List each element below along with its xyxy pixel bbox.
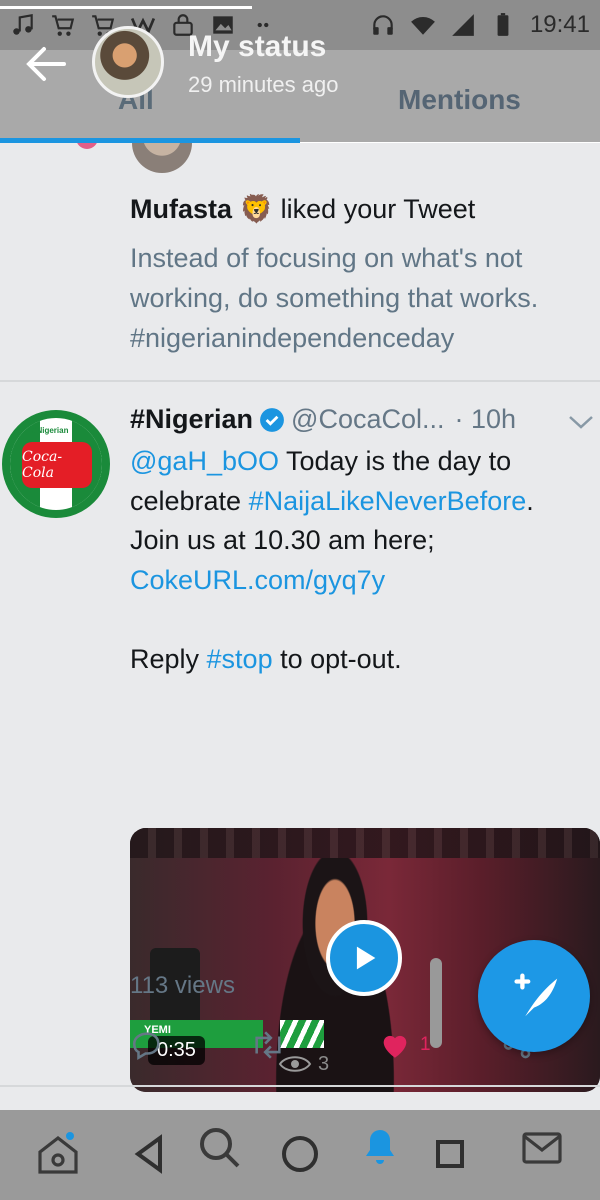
hashtag-link[interactable]: #NaijaLikeNeverBefore	[249, 486, 527, 516]
heart-icon	[76, 143, 98, 149]
status-avatar[interactable]	[92, 26, 164, 98]
status-title: My status	[188, 30, 327, 63]
chevron-down-icon[interactable]	[566, 412, 596, 432]
coca-cola-logo: Coca-Cola	[22, 442, 92, 488]
avatar[interactable]: #Nigerian Coca-Cola	[2, 410, 110, 518]
like-button[interactable]: 1	[378, 1028, 431, 1062]
back-icon[interactable]	[126, 1130, 174, 1178]
lion-emoji: 🦁	[239, 194, 274, 224]
search-icon[interactable]	[196, 1124, 244, 1172]
avatar[interactable]	[132, 143, 192, 173]
heart-icon	[383, 1035, 407, 1058]
notification-line: Mufasta 🦁 liked your Tweet	[130, 193, 475, 225]
cart-icon	[52, 15, 75, 36]
messages-icon[interactable]	[518, 1124, 566, 1172]
tweet-text: Reply	[130, 643, 207, 674]
play-button[interactable]	[326, 920, 402, 996]
eye-icon	[278, 1056, 312, 1072]
status-progress-bar	[0, 6, 252, 9]
reply-button[interactable]	[130, 1028, 164, 1062]
recents-icon[interactable]	[426, 1130, 474, 1178]
home-button-icon[interactable]	[276, 1130, 324, 1178]
home-icon[interactable]	[34, 1130, 82, 1178]
mention-link[interactable]: @gaH_bOO	[130, 446, 279, 476]
play-icon	[356, 946, 376, 970]
tweet-text: to opt-out.	[272, 643, 402, 674]
like-notification[interactable]: Mufasta 🦁 liked your Tweet Instead of fo…	[0, 143, 600, 380]
notification-user[interactable]: Mufasta	[130, 194, 232, 224]
tweet-body: @gaH_bOO Today is the day to celebrate #…	[130, 442, 590, 679]
viewer-count: 3	[318, 1052, 330, 1075]
liked-tweet-text[interactable]: Instead of focusing on what's not workin…	[130, 238, 590, 358]
music-icon	[13, 13, 33, 35]
verified-badge-icon	[260, 407, 284, 432]
status-viewers[interactable]: 3	[278, 1052, 329, 1076]
tweet-display-name[interactable]: #Nigerian	[130, 404, 253, 435]
compose-quill-icon	[514, 973, 558, 1017]
avatar-tag: #Nigerian	[32, 426, 69, 435]
wifi-icon	[411, 17, 435, 35]
tweet-handle[interactable]: @CocaCol...	[291, 404, 444, 435]
notification-action: liked your Tweet	[280, 194, 476, 224]
tab-mentions[interactable]: Mentions	[398, 84, 521, 116]
battery-icon	[497, 13, 509, 36]
like-count: 1	[420, 1034, 431, 1055]
url-link[interactable]: CokeURL.com/gyq7y	[130, 565, 385, 595]
view-count: 113 views	[130, 972, 235, 999]
tweet-header: #Nigerian @CocaCol... · 10h	[130, 404, 516, 435]
notifications-icon[interactable]	[356, 1122, 404, 1170]
status-time: 19:41	[529, 11, 590, 38]
signal-icon	[452, 14, 474, 36]
status-time-ago: 29 minutes ago	[188, 72, 339, 97]
divider	[0, 1085, 600, 1087]
hashtag-link[interactable]: #stop	[207, 644, 273, 674]
back-arrow-icon[interactable]	[22, 44, 68, 84]
navigation-bar	[0, 1110, 600, 1200]
tweet-time: · 10h	[454, 404, 517, 434]
headset-icon	[373, 15, 393, 35]
compose-tweet-button[interactable]	[478, 940, 590, 1052]
reply-icon	[132, 1032, 160, 1061]
